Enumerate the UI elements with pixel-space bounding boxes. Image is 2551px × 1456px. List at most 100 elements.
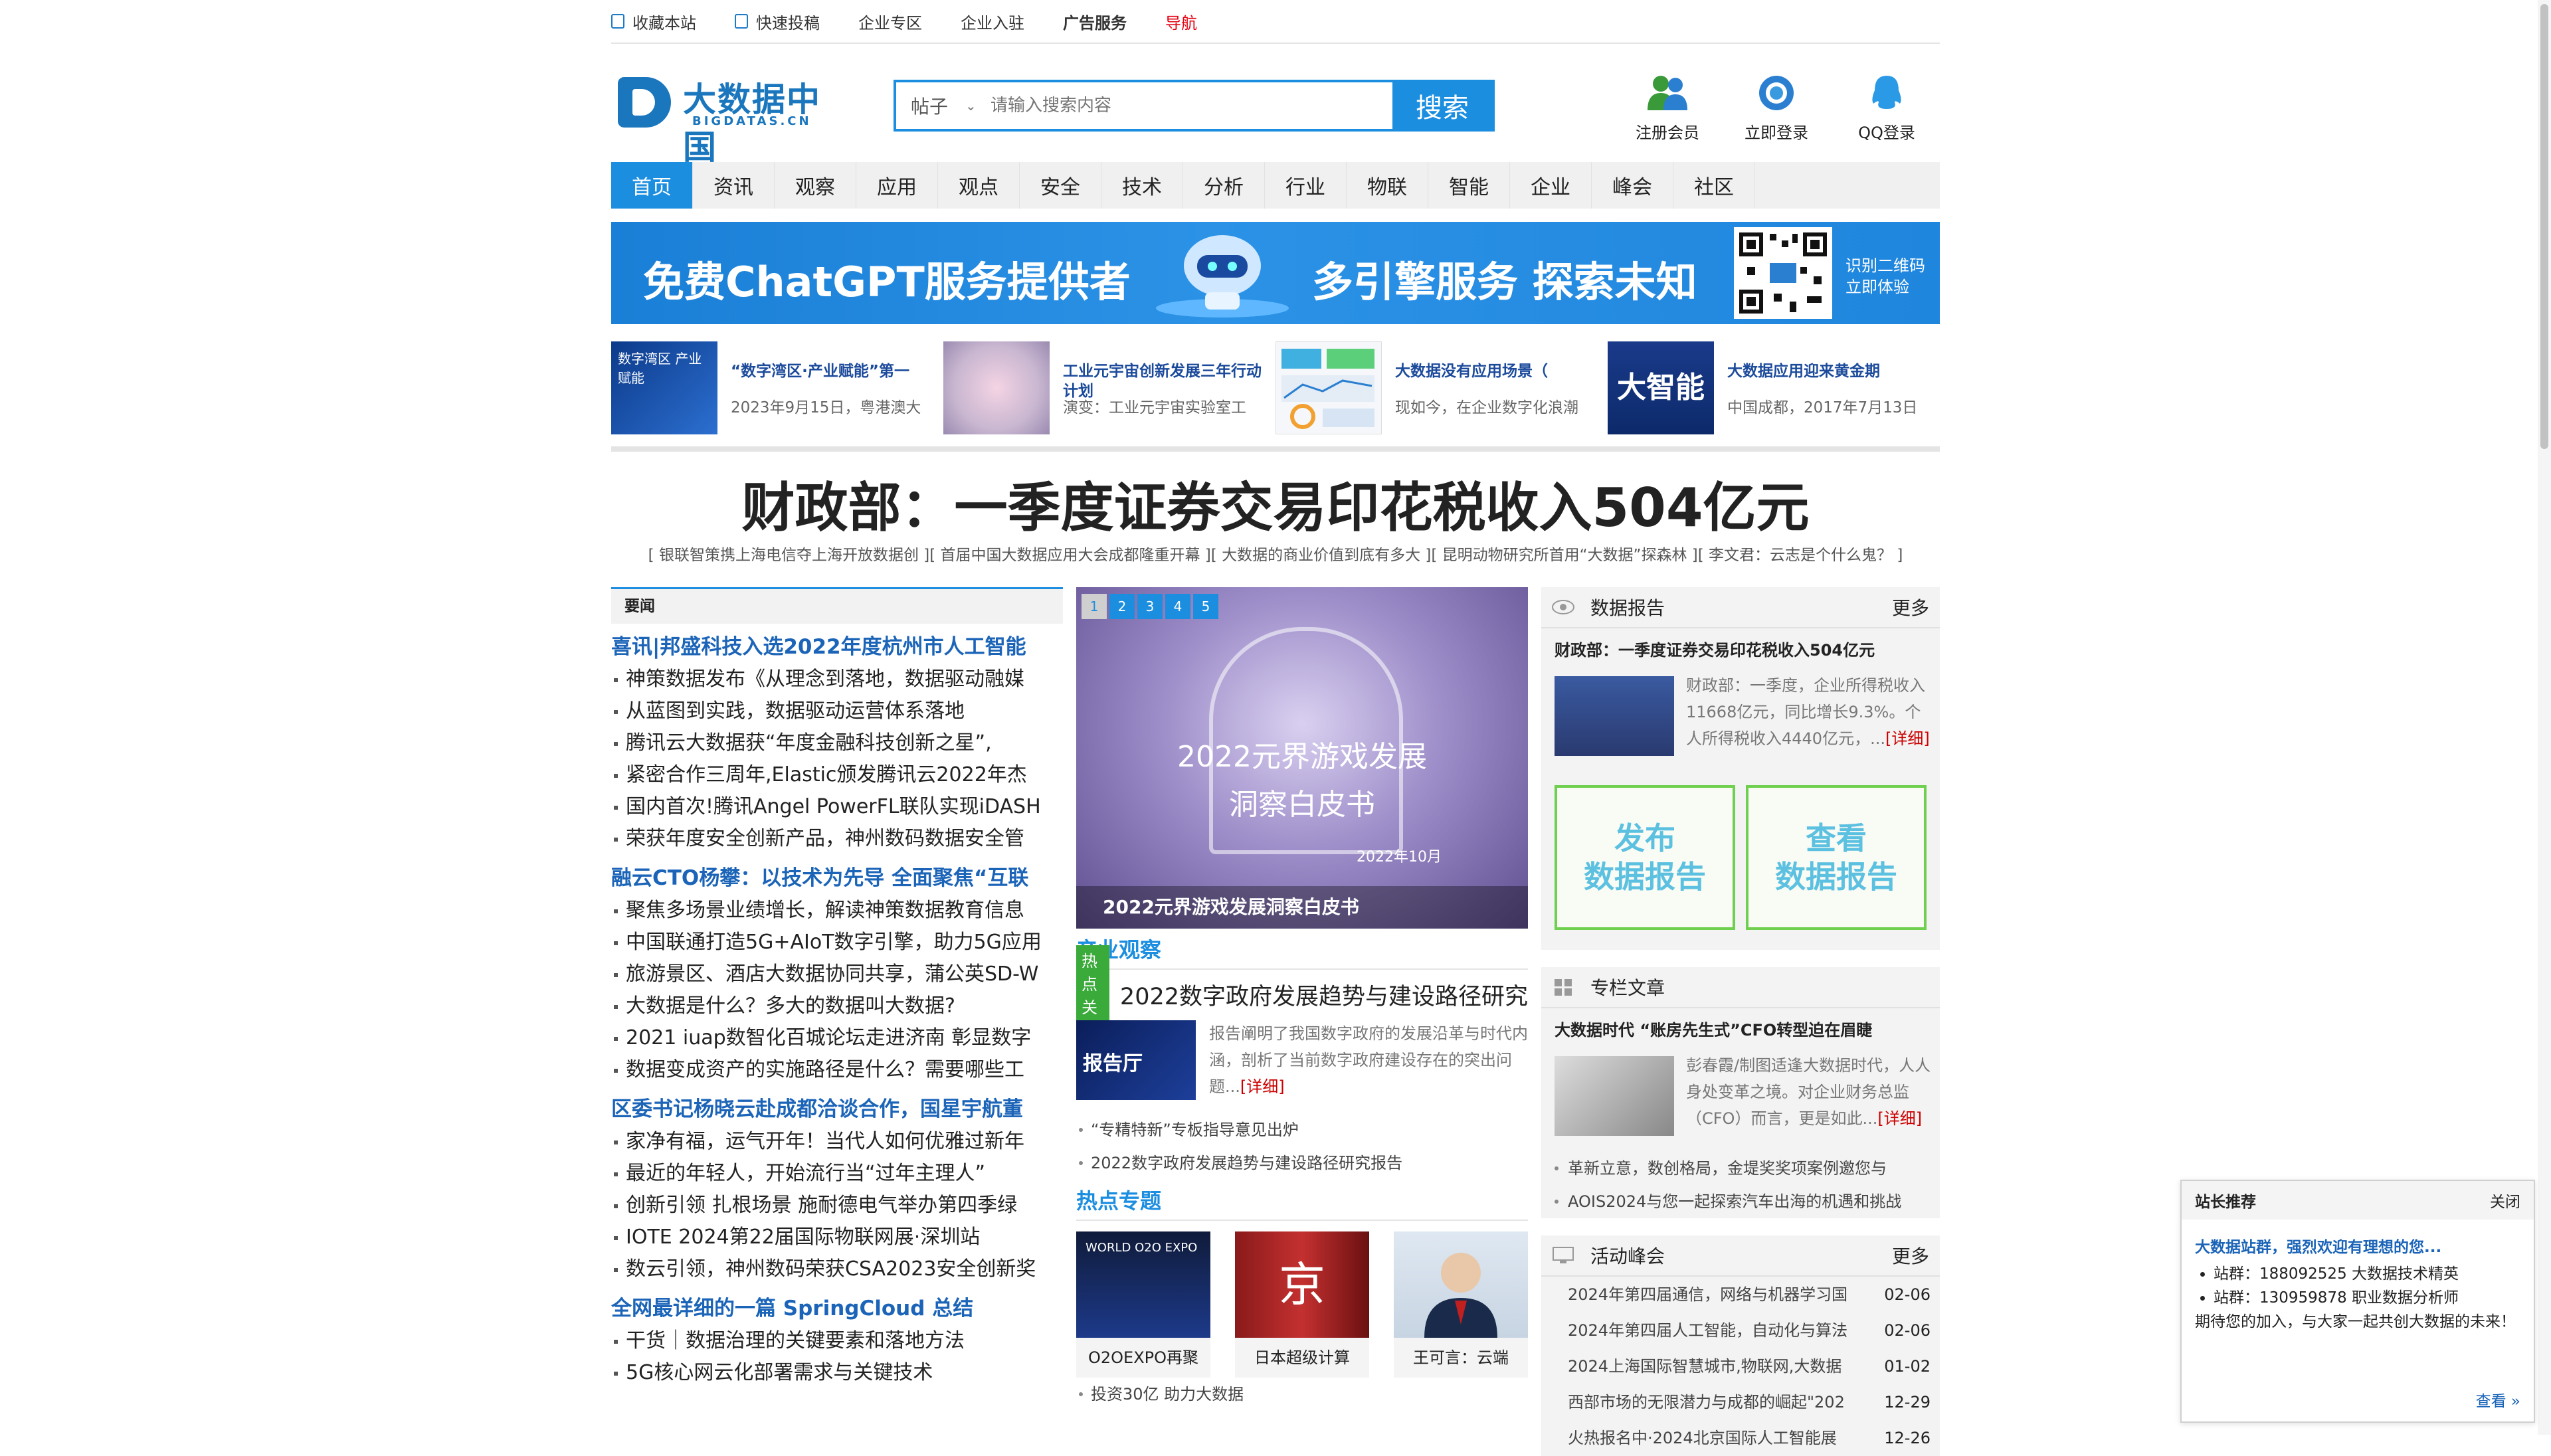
news-item[interactable]: IOTE 2024第22届国际物联网展·深圳站 [611,1222,1063,1253]
strip-title[interactable]: “数字湾区·产业赋能”第一 [731,361,943,381]
news-item[interactable]: 干货｜数据治理的关键要素和落地方法 [611,1325,1063,1357]
list-item[interactable]: 革新立意，数创格局，金堤奖奖项案例邀您与 [1541,1152,1940,1185]
nav-item-security[interactable]: 安全 [1020,162,1101,209]
detail-link[interactable]: [详细] [1240,1077,1285,1096]
event-row[interactable]: 2024年第四届人工智能，自动化与算法 02-06 [1541,1313,1940,1348]
news-item[interactable]: 最近的年轻人，开始流行当“过年主理人” [611,1158,1063,1190]
report-lead[interactable]: 财政部：一季度证券交易印花税收入504亿元 [1541,628,1940,672]
topics-section-title[interactable]: 热点专题 [1076,1180,1528,1221]
slider-page-2[interactable]: 2 [1109,594,1135,619]
image-slider[interactable]: 1 2 3 4 5 2022元界游戏发展 洞察白皮书 2022年10月 2022元… [1076,587,1528,929]
nav-item-industry[interactable]: 行业 [1265,162,1347,209]
search-input[interactable] [989,95,1392,116]
headline[interactable]: 财政部：一季度证券交易印花税收入504亿元 [611,465,1940,539]
slider-page-4[interactable]: 4 [1165,594,1190,619]
strip-item[interactable]: 数字湾区 产业赋能 “数字湾区·产业赋能”第一 2023年9月15日，粤港澳大 [611,341,942,436]
enterprise-zone-link[interactable]: 企业专区 [858,10,922,33]
register-link[interactable]: 注册会员 [1628,73,1707,143]
event-title[interactable]: 火热报名中·2024北京国际人工智能展 [1568,1420,1884,1456]
search-type-select[interactable]: 帖子 ⌄ [896,92,989,119]
nav-item-apps[interactable]: 应用 [856,162,938,209]
ad-banner[interactable]: 免费ChatGPT服务提供者 多引擎服务 探索未知 识别二维码 立即体验 [611,222,1940,324]
event-title[interactable]: 西部市场的无限潜力与成都的崛起"202 [1568,1384,1884,1420]
publish-report-button[interactable]: 发布 数据报告 [1555,785,1735,930]
report-image[interactable] [1555,676,1674,756]
news-item[interactable]: 2021 iuap数智化百城论坛走进济南 彰显数字 [611,1022,1063,1054]
nav-item-tech[interactable]: 技术 [1101,162,1183,209]
list-item[interactable]: “专精特新”专板指导意见出炉 [1076,1113,1528,1146]
topic-card[interactable]: 王可言：云端 [1394,1231,1528,1378]
news-lead[interactable]: 喜讯|邦盛科技入选2022年度杭州市人工智能 [611,630,1063,664]
event-title[interactable]: 2024上海国际智慧城市,物联网,大数据 [1568,1348,1884,1384]
hot-title[interactable]: 2022数字政府发展趋势与建设路径研究 [1120,978,1528,1012]
news-item[interactable]: 聚焦多场景业绩增长，解读神策数据教育信息 [611,895,1063,927]
login-link[interactable]: 立即登录 [1737,73,1816,143]
hot-topic[interactable]: 热点关注 2022数字政府发展趋势与建设路径研究 [1076,945,1528,1044]
event-row[interactable]: 2024上海国际智慧城市,物联网,大数据 01-02 [1541,1348,1940,1384]
news-item[interactable]: 家净有福，运气开年！当代人如何优雅过新年 [611,1126,1063,1158]
sublinks-text[interactable]: [ 银联智策携上海电信夺上海开放数据创 ][ 首届中国大数据应用大会成都隆重开幕… [648,547,1903,564]
feature-image[interactable]: 报告厅 [1076,1020,1196,1100]
nav-item-observe[interactable]: 观察 [775,162,856,209]
strip-item[interactable]: 大智能 大数据应用迎来黄金期 中国成都，2017年7月13日 [1608,341,1938,436]
report-detail-link[interactable]: [详细] [1885,729,1930,748]
column-image[interactable] [1555,1056,1674,1136]
strip-item[interactable]: 工业元宇宙创新发展三年行动计划 演变：工业元宇宙实验室工 [943,341,1274,436]
event-row[interactable]: 西部市场的无限潜力与成都的崛起"202 12-29 [1541,1384,1940,1420]
nav-item-summit[interactable]: 峰会 [1592,162,1673,209]
topic-caption[interactable]: 日本超级计算 [1235,1338,1369,1378]
news-item[interactable]: 数据变成资产的实施路径是什么？需要哪些工 [611,1054,1063,1086]
event-row[interactable]: 2024年第四届通信，网络与机器学习国 02-06 [1541,1277,1940,1313]
column-lead[interactable]: 大数据时代 “账房先生式”CFO转型迫在眉睫 [1541,1008,1940,1052]
nav-item-iot[interactable]: 物联 [1347,162,1428,209]
nav-item-analysis[interactable]: 分析 [1183,162,1265,209]
events-more-link[interactable]: 更多 [1892,1242,1929,1269]
nav-item-news[interactable]: 资讯 [693,162,775,209]
view-report-button[interactable]: 查看 数据报告 [1746,785,1927,930]
popup-view-link[interactable]: 查看 » [2476,1388,2520,1411]
enterprise-join-link[interactable]: 企业入驻 [961,10,1024,33]
popup-close-button[interactable]: 关闭 [2490,1189,2520,1212]
scrollbar-thumb[interactable] [2540,4,2548,449]
news-item[interactable]: 大数据是什么？多大的数据叫大数据? [611,990,1063,1022]
news-lead[interactable]: 全网最详细的一篇 SpringCloud 总结 [611,1292,1063,1325]
nav-item-community[interactable]: 社区 [1673,162,1755,209]
submit-link[interactable]: 快速投稿 [735,10,820,33]
list-item[interactable]: AOIS2024与您一起探索汽车出海的机遇和挑战 [1541,1185,1940,1218]
event-row[interactable]: 火热报名中·2024北京国际人工智能展 12-26 [1541,1420,1940,1456]
topic-card[interactable]: WORLD O2O EXPO O2OEXPO再聚 [1076,1231,1210,1378]
nav-item-smart[interactable]: 智能 [1428,162,1510,209]
topic-caption[interactable]: O2OEXPO再聚 [1076,1338,1210,1378]
news-item[interactable]: 腾讯云大数据获“年度金融科技创新之星”, [611,727,1063,759]
slider-page-3[interactable]: 3 [1137,594,1163,619]
search-button[interactable]: 搜索 [1392,82,1492,129]
event-title[interactable]: 2024年第四届人工智能，自动化与算法 [1568,1313,1884,1348]
slider-page-5[interactable]: 5 [1193,594,1218,619]
headline-sublinks[interactable]: [ 银联智策携上海电信夺上海开放数据创 ][ 首届中国大数据应用大会成都隆重开幕… [611,542,1940,565]
navigation-link[interactable]: 导航 [1165,10,1197,33]
nav-item-home[interactable]: 首页 [611,162,693,209]
news-lead[interactable]: 区委书记杨晓云赴成都洽谈合作，国星宇航董 [611,1093,1063,1126]
site-logo[interactable]: 大数据中国 BIGDATAS.CN [618,70,844,167]
topic-card[interactable]: 京 日本超级计算 [1235,1231,1369,1378]
news-item[interactable]: 5G核心网云化部署需求与关键技术 [611,1357,1063,1389]
news-item[interactable]: 荣获年度安全创新产品，神州数码数据安全管 [611,823,1063,855]
slide-caption[interactable]: 2022元界游戏发展洞察白皮书 [1076,886,1528,929]
strip-title[interactable]: 大数据应用迎来黄金期 [1727,361,1940,381]
event-title[interactable]: 2024年第四届通信，网络与机器学习国 [1568,1277,1884,1313]
bookmark-link[interactable]: 收藏本站 [611,10,696,33]
strip-item[interactable]: 大数据没有应用场景（ 现如今，在企业数字化浪潮 [1276,341,1606,436]
column-detail-link[interactable]: [详细] [1877,1109,1922,1128]
news-item[interactable]: 创新引领 扎根场景 施耐德电气举办第四季绿 [611,1190,1063,1222]
list-item[interactable]: 2022数字政府发展趋势与建设路径研究报告 [1076,1146,1528,1180]
news-item[interactable]: 紧密合作三周年,Elastic颁发腾讯云2022年杰 [611,759,1063,791]
popup-lead-link[interactable]: 大数据站群，强烈欢迎有理想的您... [2182,1220,2534,1262]
qq-login-link[interactable]: QQ登录 [1847,73,1927,143]
page-scrollbar[interactable] [2538,0,2551,1435]
nav-item-opinion[interactable]: 观点 [938,162,1020,209]
nav-item-enterprise[interactable]: 企业 [1510,162,1592,209]
slider-page-1[interactable]: 1 [1082,594,1107,619]
industry-section-title[interactable]: 产业观察 [1076,929,1528,970]
list-item[interactable]: 投资30亿 助力大数据 [1076,1378,1528,1411]
news-item[interactable]: 国内首次!腾讯Angel PowerFL联队实现iDASH [611,791,1063,823]
